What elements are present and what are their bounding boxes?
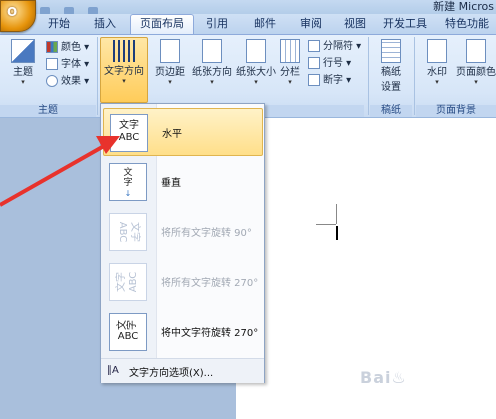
menu-item-horizontal[interactable]: 文字 ABC 水平 (103, 108, 263, 156)
tab-developer[interactable]: 开发工具 (378, 15, 432, 33)
menu-item-rotate-90[interactable]: 文字ABC 将所有文字旋转 90° (103, 208, 261, 254)
columns-icon (280, 39, 300, 63)
menu-item-rotate-270[interactable]: 文字ABC 将所有文字旋转 270° (103, 258, 261, 304)
orientation-icon (202, 39, 222, 63)
tab-home[interactable]: 开始 (38, 15, 80, 33)
themes-button[interactable]: 主题 ▾ (8, 39, 38, 86)
horizontal-text-icon: 文字 ABC (110, 114, 148, 152)
quick-access-toolbar (40, 0, 140, 15)
page-color-button[interactable]: 页面颜色 ▾ (456, 39, 496, 86)
document-title: 新建 Micros (433, 0, 494, 13)
hyphenation-label: 断字 (323, 75, 343, 86)
tab-special-features[interactable]: 特色功能 (438, 15, 496, 33)
watermark-button[interactable]: 水印 ▾ (420, 39, 454, 86)
text-direction-options-label: 文字方向选项(X)... (129, 368, 214, 379)
menu-item-label: 垂直 (161, 178, 181, 189)
orientation-label: 纸张方向 (192, 67, 232, 78)
group-label-manuscript: 稿纸 (370, 105, 412, 117)
chevron-down-icon: ▾ (21, 78, 25, 86)
tab-references[interactable]: 引用 (196, 15, 238, 33)
theme-effects-label: 效果 (61, 76, 81, 87)
theme-fonts-label: 字体 (61, 59, 81, 70)
manuscript-settings-label: 稿纸设置 (381, 67, 401, 93)
vertical-text-icon: 文字 ↓ (109, 163, 147, 201)
themes-icon (11, 39, 35, 63)
columns-label: 分栏 (280, 67, 300, 78)
hyphenation-button[interactable]: 断字 ▾ (308, 73, 351, 88)
group-separator (368, 37, 369, 115)
line-numbers-label: 行号 (323, 58, 343, 69)
tab-review[interactable]: 审阅 (290, 15, 332, 33)
office-logo-icon: O (7, 5, 18, 19)
baidu-watermark: Bai♨ (360, 368, 407, 387)
margins-label: 页边距 (155, 67, 185, 78)
theme-effects-button[interactable]: 效果 ▾ (46, 74, 89, 89)
manuscript-settings-button[interactable]: 稿纸设置 (374, 39, 408, 93)
margins-button[interactable]: 页边距 ▾ (150, 39, 190, 86)
text-direction-icon (113, 40, 135, 62)
watermark-label: 水印 (427, 67, 447, 78)
menu-item-label: 水平 (162, 129, 182, 140)
effects-icon (46, 75, 58, 87)
group-separator (97, 37, 98, 115)
manuscript-icon (381, 39, 401, 63)
chevron-down-icon: ▾ (168, 78, 172, 86)
font-icon (46, 58, 58, 70)
tab-insert[interactable]: 插入 (84, 15, 126, 33)
theme-colors-label: 颜色 (61, 42, 81, 53)
text-direction-menu: 文字 ABC 水平 文字 ↓ 垂直 文字ABC 将所有文字旋转 90° 文字ABC … (100, 103, 265, 383)
chevron-down-icon: ▾ (122, 77, 126, 85)
page-size-icon (246, 39, 266, 63)
palette-icon (46, 41, 58, 53)
breaks-label: 分隔符 (323, 41, 353, 52)
line-numbers-icon (308, 57, 320, 69)
chevron-down-icon: ▾ (254, 78, 258, 86)
chevron-down-icon: ▾ (288, 78, 292, 86)
group-label-themes: 主题 (0, 105, 96, 117)
group-label-page-background: 页面背景 (416, 105, 496, 117)
watermark-icon (427, 39, 447, 63)
margin-crop-mark (316, 224, 336, 225)
text-direction-button[interactable]: 文字方向 ▾ (100, 37, 148, 103)
tab-page-layout[interactable]: 页面布局 (130, 14, 194, 34)
menu-item-label: 将中文字符旋转 270° (161, 328, 259, 339)
menu-item-rotate-cjk-270[interactable]: 文字 ABC 将中文字符旋转 270° (103, 308, 261, 354)
group-separator (414, 37, 415, 115)
rotate-270-text-icon: 文字ABC (109, 263, 147, 301)
theme-fonts-button[interactable]: 字体 ▾ (46, 57, 89, 72)
menu-item-vertical[interactable]: 文字 ↓ 垂直 (103, 158, 261, 204)
tab-mailings[interactable]: 邮件 (244, 15, 286, 33)
ribbon-tabs: 开始 插入 页面布局 引用 邮件 审阅 视图 开发工具 特色功能 (0, 14, 496, 35)
themes-label: 主题 (13, 67, 33, 78)
tab-view[interactable]: 视图 (334, 15, 376, 33)
line-numbers-button[interactable]: 行号 ▾ (308, 56, 351, 71)
breaks-button[interactable]: 分隔符 ▾ (308, 39, 361, 54)
menu-item-text-direction-options[interactable]: ∥A 文字方向选项(X)... (101, 358, 264, 383)
page-size-label: 纸张大小 (236, 67, 276, 78)
margin-crop-mark (336, 204, 337, 224)
text-direction-label: 文字方向 (104, 66, 144, 77)
chevron-down-icon: ▾ (435, 78, 439, 86)
office-button[interactable]: O (0, 0, 36, 32)
menu-item-label: 将所有文字旋转 270° (161, 278, 259, 289)
columns-button[interactable]: 分栏 ▾ (278, 39, 302, 86)
rotate-90-text-icon: 文字ABC (109, 213, 147, 251)
theme-colors-button[interactable]: 颜色 ▾ (46, 40, 89, 55)
menu-item-label: 将所有文字旋转 90° (161, 228, 252, 239)
group-label-page-setup (264, 105, 364, 117)
page-color-icon (466, 39, 486, 63)
page-size-button[interactable]: 纸张大小 ▾ (234, 39, 278, 86)
chevron-down-icon: ▾ (474, 78, 478, 86)
margins-icon (160, 39, 180, 63)
orientation-button[interactable]: 纸张方向 ▾ (190, 39, 234, 86)
chevron-down-icon: ▾ (210, 78, 214, 86)
page-color-label: 页面颜色 (456, 67, 496, 78)
breaks-icon (308, 40, 320, 52)
rotate-cjk-270-text-icon: 文字 ABC (109, 313, 147, 351)
text-direction-options-icon: ∥A (107, 365, 119, 376)
text-cursor (336, 226, 338, 240)
hyphenation-icon (308, 74, 320, 86)
